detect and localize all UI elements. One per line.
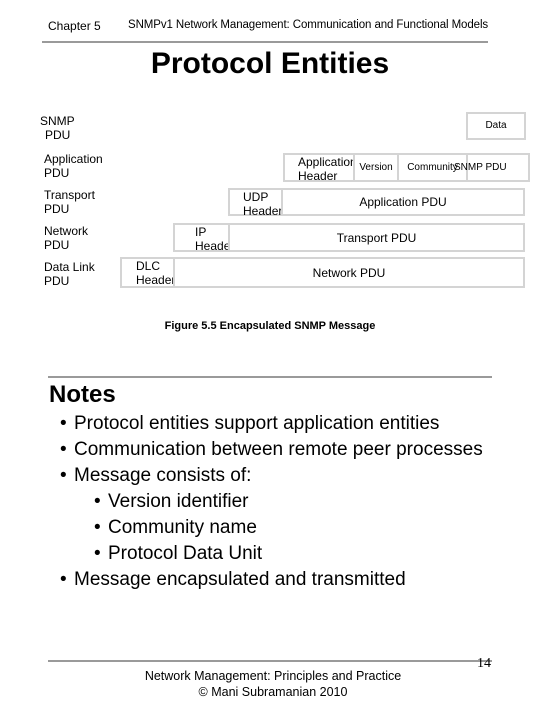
layer-label-network: Network PDU: [44, 224, 88, 252]
note-subitem: • Version identifier: [60, 489, 483, 515]
note-text: Protocol Data Unit: [108, 543, 263, 564]
data-box: Data: [466, 112, 526, 140]
layer-label-line: Application: [44, 152, 103, 166]
notes-list: • Protocol entities support application e…: [60, 411, 483, 593]
layer-label-line: PDU: [44, 238, 70, 252]
page-title: Protocol Entities: [150, 47, 390, 80]
dlc-header-box: DLC Header: [120, 257, 175, 288]
layer-label-line: Data Link: [44, 260, 95, 274]
chapter-title: SNMPv1 Network Management: Communication…: [128, 19, 489, 31]
bullet: •: [94, 491, 101, 512]
layer-label-application: Application PDU: [44, 152, 103, 180]
bullet: •: [60, 439, 67, 460]
box-text: UDP: [243, 190, 269, 204]
layer-label-line: PDU: [44, 202, 70, 216]
bullet: •: [94, 543, 101, 564]
note-subitem: • Protocol Data Unit: [60, 541, 483, 567]
note-text: Message consists of:: [74, 465, 252, 486]
bullet: •: [94, 517, 101, 538]
transport-pdu-box: Transport PDU: [228, 223, 525, 252]
note-text: Protocol entities support application en…: [74, 413, 440, 434]
bullet: •: [60, 413, 67, 434]
box-text: Header: [195, 239, 235, 253]
network-pdu-box: Network PDU: [173, 257, 525, 288]
footer-text: Network Management: Principles and Pract…: [0, 668, 540, 700]
note-text: Community name: [108, 517, 257, 538]
notes-divider: [48, 376, 492, 378]
note-text: Version identifier: [108, 491, 249, 512]
layer-label-data-link: Data Link PDU: [44, 260, 95, 288]
header-divider: [42, 41, 488, 43]
layer-label-line: PDU: [44, 274, 70, 288]
page-number: 14: [477, 656, 491, 671]
note-item: • Communication between remote peer proce…: [60, 437, 483, 463]
footer-book-title: Network Management: Principles and Pract…: [144, 669, 402, 683]
application-header-box: Application Header: [283, 153, 357, 183]
ip-header-box: IP Header: [173, 223, 235, 253]
layer-label-line: Transport: [44, 188, 95, 202]
application-pdu-box: Application PDU: [281, 188, 525, 216]
udp-header-box: UDP Header: [228, 188, 283, 218]
figure-caption: Figure 5.5 Encapsulated SNMP Message: [164, 320, 376, 332]
box-text: Header: [298, 169, 338, 183]
box-text: IP: [195, 225, 207, 239]
box-text: SNMP PDU: [454, 161, 507, 173]
note-item: • Message consists of:: [60, 463, 483, 489]
layer-label-line: PDU: [44, 166, 70, 180]
snmp-pdu-box: SNMP PDU: [454, 153, 530, 182]
footer-copyright: © Mani Subramanian 2010: [198, 685, 348, 699]
layer-label-line: Network: [44, 224, 89, 238]
note-subitem: • Community name: [60, 515, 483, 541]
box-text: Header: [136, 273, 176, 287]
footer-divider: [48, 660, 492, 662]
note-text: Communication between remote peer proces…: [74, 439, 483, 460]
layer-label-line: SNMP: [40, 114, 75, 128]
bullet: •: [60, 465, 67, 486]
bullet: •: [60, 569, 67, 590]
note-text: Message encapsulated and transmitted: [74, 569, 406, 590]
layer-label-line: PDU: [45, 128, 71, 142]
box-text: DLC: [136, 259, 161, 273]
layer-label-snmp: SNMP PDU: [40, 114, 75, 142]
note-item: • Message encapsulated and transmitted: [60, 567, 483, 593]
notes-title: Notes: [49, 381, 116, 408]
layer-label-transport: Transport PDU: [44, 188, 95, 216]
box-text: Header: [243, 204, 283, 218]
note-item: • Protocol entities support application e…: [60, 411, 483, 437]
box-text: Application: [298, 155, 357, 169]
version-box: Version: [353, 153, 399, 182]
chapter-label: Chapter 5: [48, 19, 101, 33]
